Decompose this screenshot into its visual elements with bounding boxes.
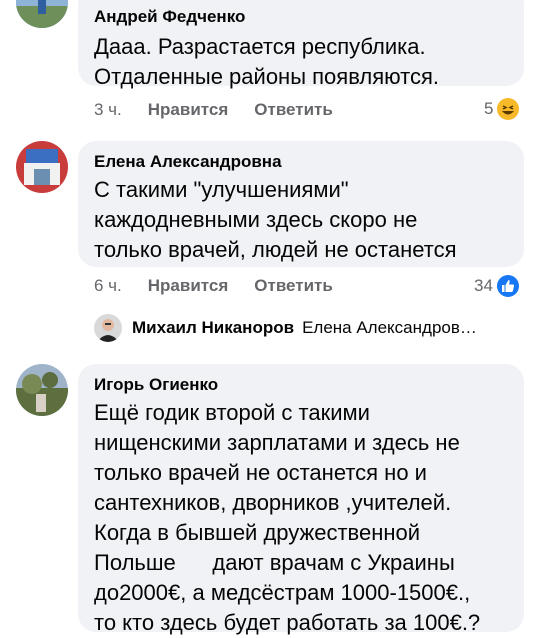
comment-actions: 6 ч. Нравится Ответить [94,276,359,296]
reply-button[interactable]: Ответить [254,276,333,296]
comment-bubble: Елена Александровна С такими "улучшениям… [78,141,524,267]
comment-text: Ещё годик второй с такими нищенскими зар… [94,400,481,635]
avatar[interactable] [94,314,122,342]
comment-author[interactable]: Андрей Федченко [94,6,508,28]
like-button[interactable]: Нравится [148,100,229,120]
comment-bubble: Игорь Огиенко Ещё годик второй с такими … [78,364,524,635]
reaction-count: 34 [474,276,493,295]
comment-text: Дааа. Разрастается республика. Отдаленны… [94,34,439,89]
avatar[interactable] [16,0,68,28]
comment-time[interactable]: 6 ч. [94,276,122,296]
reply-author[interactable]: Михаил Никаноров [132,318,294,338]
like-button[interactable]: Нравится [148,276,229,296]
comment-bubble: Андрей Федченко Дааа. Разрастается респу… [78,0,524,89]
avatar[interactable] [16,141,68,193]
reaction-summary[interactable]: 5 [484,98,520,120]
avatar[interactable] [16,364,68,416]
reply-preview[interactable]: Михаил Никаноров Елена Александров… [94,314,477,342]
reaction-count: 5 [484,99,494,118]
like-thumb-icon [496,275,519,297]
comment-author[interactable]: Елена Александровна [94,151,508,173]
comment-actions: 3 ч. Нравится Ответить [94,100,359,120]
reply-snippet: Елена Александров… [302,318,477,337]
comment-text: С такими "улучшениями" каждодневными зде… [94,177,457,262]
comment-time[interactable]: 3 ч. [94,100,122,120]
reaction-summary[interactable]: 34 [474,275,519,297]
laugh-emoji-icon [497,98,520,120]
reply-button[interactable]: Ответить [254,100,333,120]
comment-author[interactable]: Игорь Огиенко [94,374,508,396]
